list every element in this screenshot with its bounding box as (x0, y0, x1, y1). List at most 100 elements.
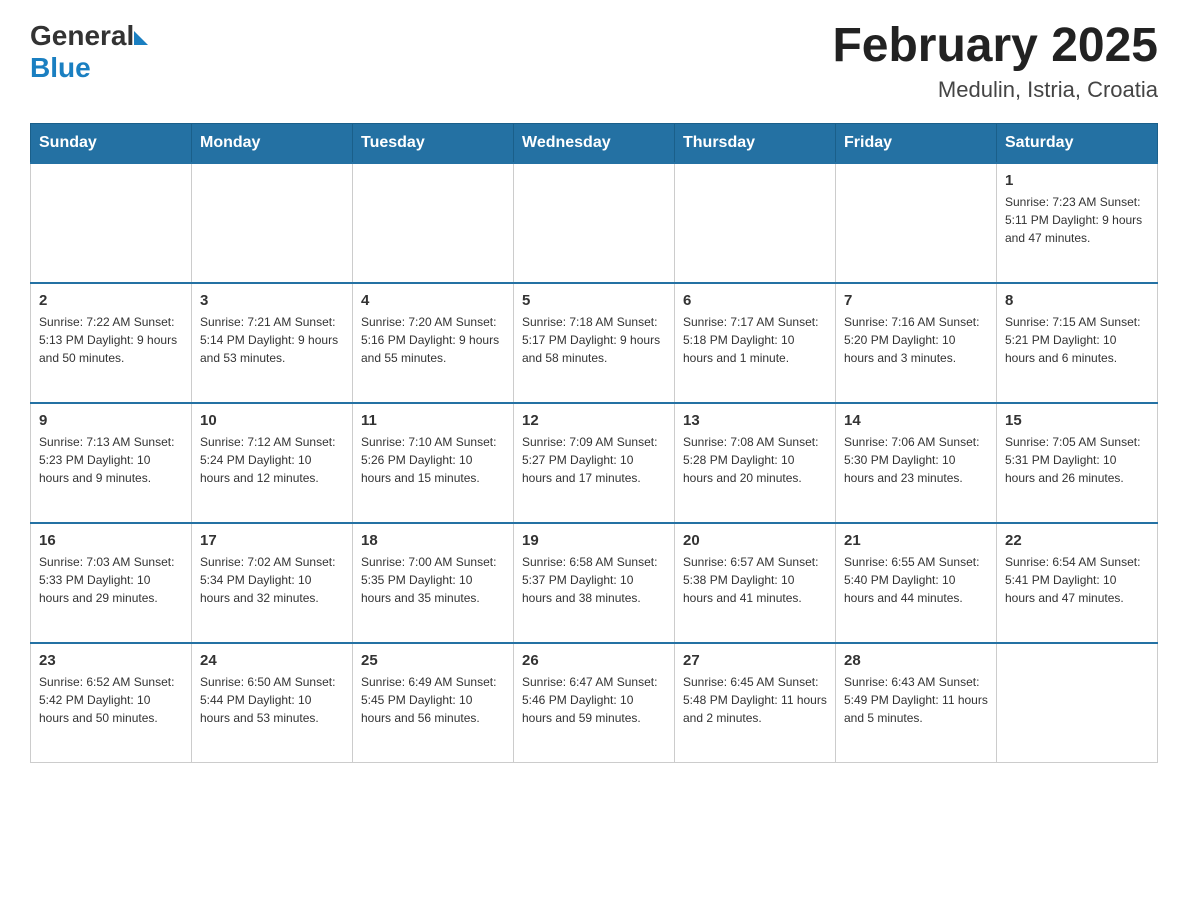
calendar-cell: 18 Sunrise: 7:00 AM Sunset: 5:35 PM Dayli… (353, 523, 514, 643)
day-number: 20 (683, 532, 827, 549)
day-number: 21 (844, 532, 988, 549)
calendar-week-row: 2 Sunrise: 7:22 AM Sunset: 5:13 PM Daylig… (31, 283, 1158, 403)
column-header-tuesday: Tuesday (353, 123, 514, 163)
calendar-cell: 23 Sunrise: 6:52 AM Sunset: 5:42 PM Dayli… (31, 643, 192, 763)
day-number: 2 (39, 292, 183, 309)
calendar-cell (675, 163, 836, 283)
day-number: 6 (683, 292, 827, 309)
calendar-cell: 12Sunrise: 7:09 AM Sunset: 5:27 PM Dayli… (514, 403, 675, 523)
calendar-cell: 20 Sunrise: 6:57 AM Sunset: 5:38 PM Dayli… (675, 523, 836, 643)
day-info: Sunrise: 6:57 AM Sunset: 5:38 PM Dayligh… (683, 553, 827, 607)
calendar-cell: 15Sunrise: 7:05 AM Sunset: 5:31 PM Dayli… (997, 403, 1158, 523)
day-number: 28 (844, 652, 988, 669)
day-info: Sunrise: 6:43 AM Sunset: 5:49 PM Dayligh… (844, 673, 988, 727)
day-info: Sunrise: 7:20 AM Sunset: 5:16 PM Dayligh… (361, 313, 505, 367)
day-number: 19 (522, 532, 666, 549)
calendar-cell: 5Sunrise: 7:18 AM Sunset: 5:17 PM Daylig… (514, 283, 675, 403)
calendar-table: SundayMondayTuesdayWednesdayThursdayFrid… (30, 123, 1158, 764)
day-number: 1 (1005, 172, 1149, 189)
calendar-cell: 13 Sunrise: 7:08 AM Sunset: 5:28 PM Dayli… (675, 403, 836, 523)
calendar-cell (514, 163, 675, 283)
calendar-cell: 2 Sunrise: 7:22 AM Sunset: 5:13 PM Daylig… (31, 283, 192, 403)
calendar-cell: 17 Sunrise: 7:02 AM Sunset: 5:34 PM Dayli… (192, 523, 353, 643)
day-info: Sunrise: 6:50 AM Sunset: 5:44 PM Dayligh… (200, 673, 344, 727)
day-info: Sunrise: 7:16 AM Sunset: 5:20 PM Dayligh… (844, 313, 988, 367)
day-number: 7 (844, 292, 988, 309)
logo-triangle-icon (134, 31, 148, 45)
day-info: Sunrise: 6:58 AM Sunset: 5:37 PM Dayligh… (522, 553, 666, 607)
calendar-cell: 21 Sunrise: 6:55 AM Sunset: 5:40 PM Dayli… (836, 523, 997, 643)
day-info: Sunrise: 7:22 AM Sunset: 5:13 PM Dayligh… (39, 313, 183, 367)
day-info: Sunrise: 6:47 AM Sunset: 5:46 PM Dayligh… (522, 673, 666, 727)
day-number: 3 (200, 292, 344, 309)
logo-general-text: General (30, 20, 134, 52)
title-area: February 2025 Medulin, Istria, Croatia (832, 20, 1158, 103)
month-title: February 2025 (832, 20, 1158, 73)
calendar-header-row: SundayMondayTuesdayWednesdayThursdayFrid… (31, 123, 1158, 163)
day-info: Sunrise: 7:03 AM Sunset: 5:33 PM Dayligh… (39, 553, 183, 607)
calendar-cell: 6 Sunrise: 7:17 AM Sunset: 5:18 PM Daylig… (675, 283, 836, 403)
day-number: 23 (39, 652, 183, 669)
calendar-cell: 22 Sunrise: 6:54 AM Sunset: 5:41 PM Dayli… (997, 523, 1158, 643)
calendar-cell (997, 643, 1158, 763)
day-number: 17 (200, 532, 344, 549)
day-info: Sunrise: 6:54 AM Sunset: 5:41 PM Dayligh… (1005, 553, 1149, 607)
calendar-week-row: 23 Sunrise: 6:52 AM Sunset: 5:42 PM Dayli… (31, 643, 1158, 763)
calendar-cell (192, 163, 353, 283)
day-info: Sunrise: 7:17 AM Sunset: 5:18 PM Dayligh… (683, 313, 827, 367)
day-number: 15 (1005, 412, 1149, 429)
day-info: Sunrise: 7:00 AM Sunset: 5:35 PM Dayligh… (361, 553, 505, 607)
calendar-cell: 1 Sunrise: 7:23 AM Sunset: 5:11 PM Daylig… (997, 163, 1158, 283)
calendar-cell (353, 163, 514, 283)
calendar-cell: 28 Sunrise: 6:43 AM Sunset: 5:49 PM Dayli… (836, 643, 997, 763)
day-info: Sunrise: 7:08 AM Sunset: 5:28 PM Dayligh… (683, 433, 827, 487)
day-info: Sunrise: 6:55 AM Sunset: 5:40 PM Dayligh… (844, 553, 988, 607)
day-info: Sunrise: 7:12 AM Sunset: 5:24 PM Dayligh… (200, 433, 344, 487)
calendar-cell: 19 Sunrise: 6:58 AM Sunset: 5:37 PM Dayli… (514, 523, 675, 643)
day-number: 9 (39, 412, 183, 429)
calendar-cell: 24 Sunrise: 6:50 AM Sunset: 5:44 PM Dayli… (192, 643, 353, 763)
day-number: 12 (522, 412, 666, 429)
day-number: 24 (200, 652, 344, 669)
calendar-week-row: 9Sunrise: 7:13 AM Sunset: 5:23 PM Daylig… (31, 403, 1158, 523)
day-number: 11 (361, 412, 505, 429)
calendar-cell: 9Sunrise: 7:13 AM Sunset: 5:23 PM Daylig… (31, 403, 192, 523)
day-info: Sunrise: 7:10 AM Sunset: 5:26 PM Dayligh… (361, 433, 505, 487)
day-info: Sunrise: 6:49 AM Sunset: 5:45 PM Dayligh… (361, 673, 505, 727)
calendar-cell: 14 Sunrise: 7:06 AM Sunset: 5:30 PM Dayli… (836, 403, 997, 523)
calendar-cell: 26 Sunrise: 6:47 AM Sunset: 5:46 PM Dayli… (514, 643, 675, 763)
calendar-cell: 4 Sunrise: 7:20 AM Sunset: 5:16 PM Daylig… (353, 283, 514, 403)
calendar-cell (836, 163, 997, 283)
calendar-cell: 3 Sunrise: 7:21 AM Sunset: 5:14 PM Daylig… (192, 283, 353, 403)
column-header-sunday: Sunday (31, 123, 192, 163)
day-number: 13 (683, 412, 827, 429)
day-number: 4 (361, 292, 505, 309)
day-number: 26 (522, 652, 666, 669)
day-info: Sunrise: 6:52 AM Sunset: 5:42 PM Dayligh… (39, 673, 183, 727)
day-info: Sunrise: 7:23 AM Sunset: 5:11 PM Dayligh… (1005, 193, 1149, 247)
column-header-thursday: Thursday (675, 123, 836, 163)
day-number: 10 (200, 412, 344, 429)
calendar-cell (31, 163, 192, 283)
calendar-cell: 11 Sunrise: 7:10 AM Sunset: 5:26 PM Dayli… (353, 403, 514, 523)
day-number: 8 (1005, 292, 1149, 309)
column-header-wednesday: Wednesday (514, 123, 675, 163)
calendar-cell: 10 Sunrise: 7:12 AM Sunset: 5:24 PM Dayli… (192, 403, 353, 523)
day-info: Sunrise: 7:15 AM Sunset: 5:21 PM Dayligh… (1005, 313, 1149, 367)
calendar-cell: 25Sunrise: 6:49 AM Sunset: 5:45 PM Dayli… (353, 643, 514, 763)
day-info: Sunrise: 7:06 AM Sunset: 5:30 PM Dayligh… (844, 433, 988, 487)
day-number: 16 (39, 532, 183, 549)
day-info: Sunrise: 7:02 AM Sunset: 5:34 PM Dayligh… (200, 553, 344, 607)
day-info: Sunrise: 7:18 AM Sunset: 5:17 PM Dayligh… (522, 313, 666, 367)
calendar-cell: 8 Sunrise: 7:15 AM Sunset: 5:21 PM Daylig… (997, 283, 1158, 403)
day-number: 22 (1005, 532, 1149, 549)
column-header-friday: Friday (836, 123, 997, 163)
day-number: 14 (844, 412, 988, 429)
calendar-week-row: 1 Sunrise: 7:23 AM Sunset: 5:11 PM Daylig… (31, 163, 1158, 283)
column-header-saturday: Saturday (997, 123, 1158, 163)
day-info: Sunrise: 7:21 AM Sunset: 5:14 PM Dayligh… (200, 313, 344, 367)
day-info: Sunrise: 6:45 AM Sunset: 5:48 PM Dayligh… (683, 673, 827, 727)
logo: General Blue (30, 20, 148, 84)
day-number: 18 (361, 532, 505, 549)
calendar-cell: 27Sunrise: 6:45 AM Sunset: 5:48 PM Dayli… (675, 643, 836, 763)
